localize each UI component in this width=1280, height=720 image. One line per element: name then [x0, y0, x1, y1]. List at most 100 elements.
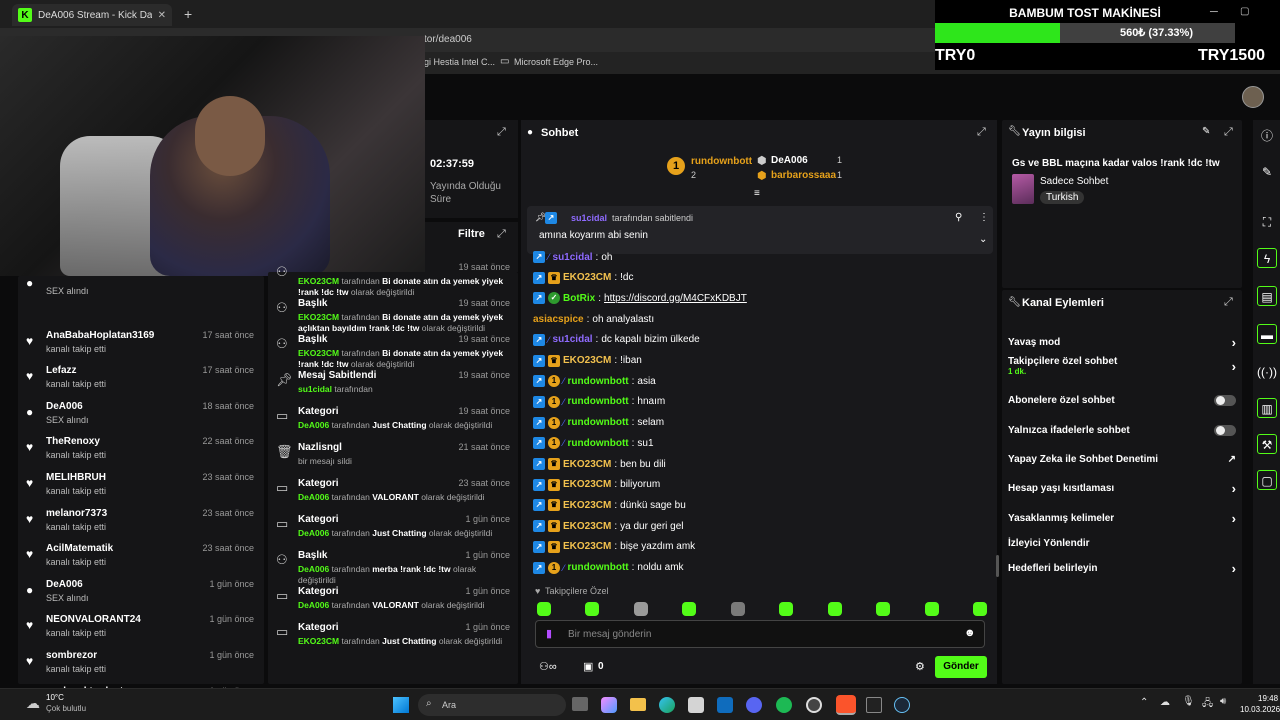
emote-icon[interactable]: [972, 602, 987, 616]
frame-icon[interactable]: ▢: [1257, 470, 1277, 490]
document-icon[interactable]: ▤: [1257, 286, 1277, 306]
clock-time[interactable]: 19:48: [1258, 694, 1278, 703]
task-view-icon[interactable]: [572, 697, 588, 711]
fullscreen-icon[interactable]: ⛶: [1257, 212, 1277, 232]
mod-log-user[interactable]: DeA006: [298, 528, 329, 538]
emote-icon[interactable]: [585, 602, 600, 616]
mod-log-user[interactable]: DeA006: [298, 492, 329, 502]
edit-icon[interactable]: ✎: [1202, 126, 1210, 137]
info-icon[interactable]: ⓘ: [1257, 126, 1277, 146]
chat-username[interactable]: EKO23CM: [563, 272, 611, 283]
channel-action-item[interactable]: Yasaklanmış kelimeler ›: [1008, 508, 1236, 528]
chat-username[interactable]: EKO23CM: [563, 500, 611, 511]
file-explorer-icon[interactable]: [630, 698, 646, 711]
emote-icon[interactable]: [779, 602, 794, 616]
chat-username[interactable]: rundownbott: [568, 396, 629, 407]
new-tab-icon[interactable]: +: [184, 6, 192, 22]
channel-action-item[interactable]: Yalnızca ifadelerle sohbet: [1008, 420, 1236, 440]
mod-log-user[interactable]: DeA006: [298, 420, 329, 430]
outlook-icon[interactable]: [717, 697, 733, 713]
terminal-icon[interactable]: [866, 697, 882, 713]
channel-action-item[interactable]: Hedefleri belirleyin ›: [1008, 558, 1236, 578]
start-icon[interactable]: [393, 697, 409, 713]
chat-username[interactable]: rundownbott: [568, 417, 629, 428]
expand-icon[interactable]: ⤢: [1224, 296, 1233, 309]
copilot-icon[interactable]: [601, 697, 617, 713]
chevron-right-icon[interactable]: ›: [1232, 561, 1236, 576]
pencil-icon[interactable]: ✎: [1257, 162, 1277, 182]
obs-icon[interactable]: [806, 697, 822, 713]
browser-tab[interactable]: K DeA006 Stream - Kick Dashboard ✕: [12, 4, 172, 26]
event-user[interactable]: DeA006: [46, 579, 83, 590]
emoji-icon[interactable]: ☻: [964, 627, 976, 639]
volume-icon[interactable]: 🔊︎: [1220, 696, 1226, 707]
chevron-down-icon[interactable]: ⌄: [979, 234, 987, 245]
chat-input[interactable]: ▮ Bir mesaj gönderin ☻: [535, 620, 985, 648]
store-icon[interactable]: [688, 697, 704, 713]
chat-username[interactable]: EKO23CM: [563, 459, 611, 470]
spotify-icon[interactable]: [776, 697, 792, 713]
emote-icon[interactable]: [633, 602, 648, 616]
mod-log-user[interactable]: EKO23CM: [298, 636, 339, 646]
chevron-right-icon[interactable]: ›: [1232, 359, 1236, 374]
event-user[interactable]: AcilMatematik: [46, 543, 113, 554]
mod-log-user[interactable]: EKO23CM: [298, 276, 339, 286]
expand-icon[interactable]: ⤢: [497, 228, 506, 241]
brave-icon[interactable]: [836, 695, 856, 715]
toggle-switch[interactable]: [1214, 394, 1236, 406]
event-user[interactable]: NEONVALORANT24: [46, 614, 141, 625]
chevron-right-icon[interactable]: ›: [1232, 511, 1236, 526]
gear-icon[interactable]: ⚙: [915, 660, 925, 673]
chat-username[interactable]: su1cidal: [553, 334, 593, 345]
event-user[interactable]: DeA006: [46, 401, 83, 412]
emote-icon[interactable]: [924, 602, 939, 616]
chevron-right-icon[interactable]: ›: [1232, 481, 1236, 496]
user-avatar[interactable]: [1242, 86, 1264, 108]
chat-username[interactable]: EKO23CM: [563, 479, 611, 490]
store-icon[interactable]: ▣: [583, 660, 593, 673]
emote-icon[interactable]: [682, 602, 697, 616]
expand-icon[interactable]: ⤢: [1224, 126, 1233, 139]
chat-username[interactable]: EKO23CM: [563, 521, 611, 532]
filter-button[interactable]: Filtre: [458, 228, 485, 240]
chat-username[interactable]: EKO23CM: [563, 541, 611, 552]
mod-log-user[interactable]: DeA006: [298, 600, 329, 610]
channel-action-item[interactable]: Abonelere özel sohbet: [1008, 390, 1236, 410]
chat-icon[interactable]: ▬: [1257, 324, 1277, 344]
emote-icon[interactable]: [827, 602, 842, 616]
toggle-switch[interactable]: [1214, 424, 1236, 436]
channel-action-item[interactable]: Takipçilere özel sohbet 1 dk. ›: [1008, 356, 1236, 376]
chat-username[interactable]: rundownbott: [568, 376, 629, 387]
event-user[interactable]: sombrezor: [46, 650, 97, 661]
chat-username[interactable]: su1cidal: [553, 252, 593, 263]
event-user[interactable]: Lefazz: [46, 365, 77, 376]
edge-icon[interactable]: [659, 697, 675, 713]
lightning-icon[interactable]: ϟ: [1257, 248, 1277, 268]
steam-icon[interactable]: [894, 697, 910, 713]
chevron-up-icon[interactable]: ⌃: [1140, 697, 1148, 708]
chat-username[interactable]: asiacspice: [533, 314, 584, 325]
close-tab-icon[interactable]: ✕: [158, 10, 166, 21]
chevron-right-icon[interactable]: ›: [1232, 335, 1236, 350]
unpin-icon[interactable]: ⚲: [955, 212, 962, 223]
channel-action-item[interactable]: Hesap yaşı kısıtlaması ›: [1008, 478, 1236, 498]
chat-username[interactable]: BotRix: [563, 293, 595, 304]
mic-icon[interactable]: 🎙︎: [1182, 696, 1195, 707]
chat-scrollbar[interactable]: [996, 555, 999, 577]
emote-icon[interactable]: [730, 602, 745, 616]
clock-date[interactable]: 10.03.2026: [1240, 705, 1280, 714]
mod-log-user[interactable]: DeA006: [298, 564, 329, 574]
more-options-icon[interactable]: ⋮: [979, 212, 989, 223]
emote-icon[interactable]: [537, 602, 551, 616]
mod-log-user[interactable]: EKO23CM: [298, 348, 339, 358]
people-icon[interactable]: ⚇∞: [539, 660, 557, 673]
event-user[interactable]: AnaBabaHoplatan3169: [46, 330, 154, 341]
event-user[interactable]: melanor7373: [46, 508, 107, 519]
discord-icon[interactable]: [746, 697, 762, 713]
emote-icon[interactable]: [876, 602, 891, 616]
event-user[interactable]: TheRenoxy: [46, 436, 100, 447]
minimize-icon[interactable]: ─: [1210, 6, 1218, 18]
mic-icon[interactable]: ▮: [546, 627, 552, 640]
tools-icon[interactable]: ⚒: [1257, 434, 1277, 454]
bookmark-edge[interactable]: Microsoft Edge Pro...: [514, 57, 598, 67]
